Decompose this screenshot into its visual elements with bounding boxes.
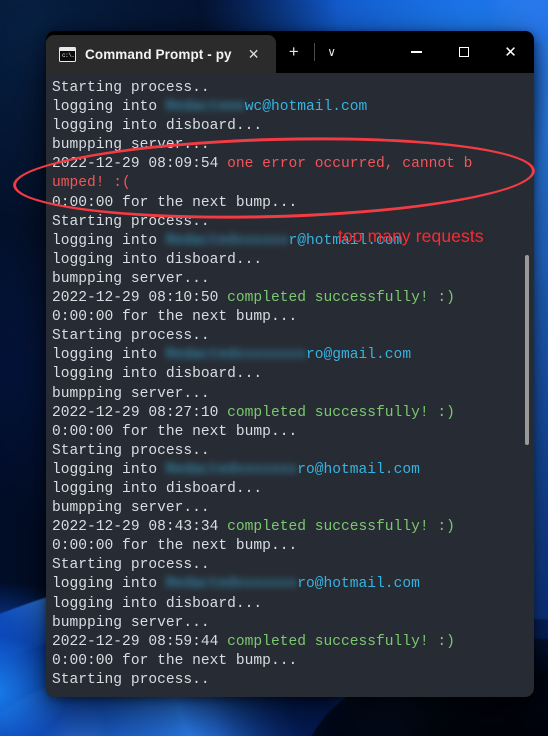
terminal-line: logging into disboard... xyxy=(52,595,534,614)
terminal-text: 2022-12-29 08:59:44 xyxy=(52,633,228,650)
terminal-text: bumpping server... xyxy=(52,270,210,287)
terminal-text: logging into xyxy=(52,232,166,249)
terminal-line: 2022-12-29 08:43:34 completed successful… xyxy=(52,518,534,537)
terminal-line: Starting process.. xyxy=(52,327,534,346)
terminal-text: bumpping server... xyxy=(52,137,210,154)
terminal-line: 2022-12-29 08:27:10 completed successful… xyxy=(52,404,534,423)
terminal-line: umped! :( xyxy=(52,174,534,193)
terminal-line: 0:00:00 for the next bump... xyxy=(52,308,534,327)
terminal-line: Starting process.. xyxy=(52,442,534,461)
tab-close-icon[interactable]: ✕ xyxy=(243,43,265,65)
console-icon: c:\. xyxy=(59,46,76,62)
terminal-line: logging into disboard... xyxy=(52,365,534,384)
terminal-text: logging into disboard... xyxy=(52,251,263,268)
terminal-line: Starting process.. xyxy=(52,213,534,232)
terminal-text: logging into xyxy=(52,461,166,478)
terminal-text: Starting process.. xyxy=(52,213,210,230)
close-window-button[interactable]: ✕ xyxy=(487,31,534,73)
terminal-text: logging into disboard... xyxy=(52,595,263,612)
terminal-line: 2022-12-29 08:59:44 completed successful… xyxy=(52,633,534,652)
tab-title: Command Prompt - py xyxy=(85,46,232,62)
terminal-line: logging into Redacteeewc@hotmail.com xyxy=(52,98,534,117)
terminal-text: logging into xyxy=(52,576,166,593)
maximize-button[interactable] xyxy=(440,31,487,73)
terminal-text: completed successfully! :) xyxy=(227,633,455,650)
terminal-text: bumpping server... xyxy=(52,614,210,631)
terminal-text: 0:00:00 for the next bump... xyxy=(52,194,298,211)
terminal-text: 2022-12-29 08:27:10 xyxy=(52,404,228,421)
terminal-text: 2022-12-29 08:10:50 xyxy=(52,290,228,307)
terminal-text: Starting process.. xyxy=(52,671,210,688)
terminal-line: 0:00:00 for the next bump... xyxy=(52,194,534,213)
terminal-text: logging into disboard... xyxy=(52,118,263,135)
minimize-button[interactable] xyxy=(393,31,440,73)
terminal-line: logging into Redactedxxxxxxxxro@gmail.co… xyxy=(52,346,534,365)
terminal-line: logging into Redactedxxxxxxxro@hotmail.c… xyxy=(52,575,534,594)
terminal-text: completed successfully! :) xyxy=(227,290,455,307)
terminal-line: logging into disboard... xyxy=(52,251,534,270)
terminal-line: 0:00:00 for the next bump... xyxy=(52,537,534,556)
terminal-text: bumpping server... xyxy=(52,385,210,402)
command-prompt-window: c:\. Command Prompt - py ✕ + ∨ ✕ Startin… xyxy=(46,31,534,697)
terminal-text: Starting process.. xyxy=(52,442,210,459)
terminal-line: logging into disboard... xyxy=(52,117,534,136)
terminal-text: 0:00:00 for the next bump... xyxy=(52,538,298,555)
terminal-line: bumpping server... xyxy=(52,614,534,633)
terminal-line: 2022-12-29 08:10:50 completed successful… xyxy=(52,289,534,308)
terminal-line: logging into Redactedxxxxxxxro@hotmail.c… xyxy=(52,461,534,480)
terminal-line: Starting process.. xyxy=(52,671,534,690)
terminal-text: logging into disboard... xyxy=(52,366,263,383)
terminal-text: one error occurred, cannot b xyxy=(227,156,473,173)
redacted-email-text: Redactedxxxxxxx xyxy=(165,461,298,478)
redacted-email-text: Redactedxxxxxxxx xyxy=(165,347,306,364)
terminal-line: bumpping server... xyxy=(52,499,534,518)
scrollbar-thumb[interactable] xyxy=(525,255,529,445)
terminal-scrollbar[interactable] xyxy=(524,73,531,697)
terminal-text: wc@hotmail.com xyxy=(244,99,368,116)
terminal-lines: Starting process.. logging into Redacteee… xyxy=(52,79,534,690)
terminal-line: bumpping server... xyxy=(52,270,534,289)
terminal-text: 0:00:00 for the next bump... xyxy=(52,652,298,669)
terminal-text: r@hotmail.com xyxy=(288,232,403,249)
terminal-text: completed successfully! :) xyxy=(227,404,455,421)
new-tab-button[interactable]: + xyxy=(276,31,312,73)
terminal-text: logging into xyxy=(52,99,166,116)
terminal-line: bumpping server... xyxy=(52,136,534,155)
terminal-text: logging into disboard... xyxy=(52,480,263,497)
maximize-icon xyxy=(458,47,469,57)
terminal-text: ro@hotmail.com xyxy=(297,461,420,478)
terminal-text: 2022-12-29 08:09:54 xyxy=(52,156,228,173)
terminal-line: 0:00:00 for the next bump... xyxy=(52,652,534,671)
titlebar-divider xyxy=(313,43,315,61)
terminal-text: ro@hotmail.com xyxy=(297,576,420,593)
close-icon: ✕ xyxy=(504,43,517,61)
minimize-icon xyxy=(411,51,422,53)
window-titlebar[interactable]: c:\. Command Prompt - py ✕ + ∨ ✕ xyxy=(46,31,534,73)
tab-dropdown-chevron-down-icon[interactable]: ∨ xyxy=(317,31,347,73)
terminal-line: bumpping server... xyxy=(52,385,534,404)
terminal-text: Starting process.. xyxy=(52,557,210,574)
terminal-text: completed successfully! :) xyxy=(227,519,455,536)
terminal-line: 2022-12-29 08:09:54 one error occurred, … xyxy=(52,155,534,174)
terminal-text: 0:00:00 for the next bump... xyxy=(52,423,298,440)
terminal-line: Starting process.. xyxy=(52,556,534,575)
terminal-text: ro@gmail.com xyxy=(305,347,412,364)
terminal-text: umped! :( xyxy=(52,175,131,192)
terminal-line: logging into Redactedxxxxxxr@hotmail.com xyxy=(52,232,534,251)
terminal-text: Starting process.. xyxy=(52,80,210,96)
terminal-line: Starting process.. xyxy=(52,79,534,98)
terminal-text: logging into xyxy=(52,347,166,364)
terminal-line: 0:00:00 for the next bump... xyxy=(52,423,534,442)
terminal-line: logging into disboard... xyxy=(52,480,534,499)
redacted-email-text: Redactedxxxxxx xyxy=(165,232,289,249)
redacted-email-text: Redactedxxxxxxx xyxy=(165,576,298,593)
titlebar-drag-area[interactable] xyxy=(347,31,393,73)
terminal-output-area[interactable]: Starting process.. logging into Redacteee… xyxy=(46,73,534,697)
redacted-email-text: Redacteee xyxy=(165,99,245,116)
terminal-text: bumpping server... xyxy=(52,500,210,517)
terminal-text: 2022-12-29 08:43:34 xyxy=(52,519,228,536)
tab-command-prompt[interactable]: c:\. Command Prompt - py ✕ xyxy=(46,35,276,73)
terminal-text: 0:00:00 for the next bump... xyxy=(52,309,298,326)
terminal-text: Starting process.. xyxy=(52,328,210,345)
